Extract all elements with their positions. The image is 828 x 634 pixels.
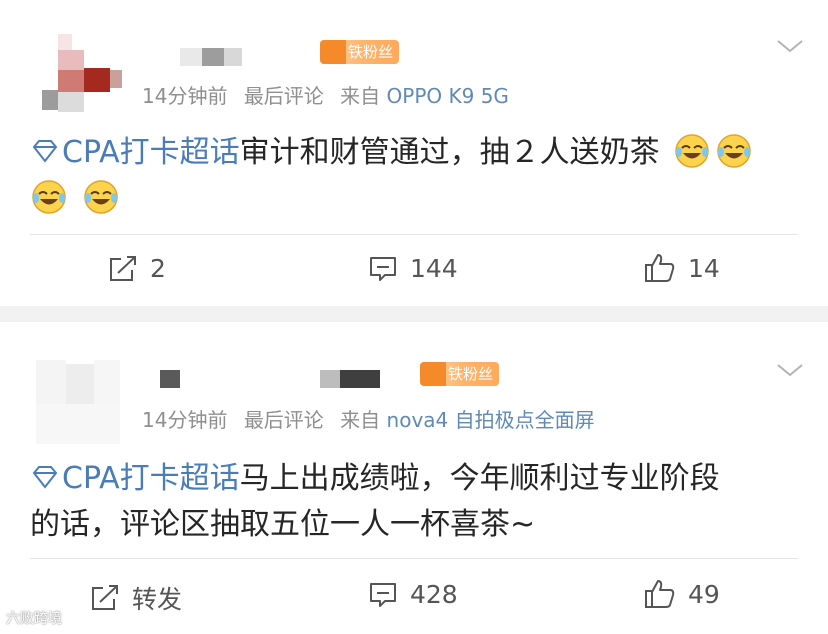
like-count: 14 — [688, 253, 720, 283]
post-time: 14分钟前 — [142, 84, 228, 108]
chevron-down-icon[interactable] — [776, 38, 804, 54]
comment-count: 144 — [410, 254, 458, 283]
post-content[interactable]: CPA打卡超话审计和财管通过，抽２人送奶茶 — [30, 130, 753, 222]
comment-icon — [370, 256, 396, 281]
laugh-cry-emoji-icon — [717, 134, 751, 168]
content-text-line-2: 的话，评论区抽取五位一人一杯喜茶~ — [30, 507, 536, 542]
post-device[interactable]: OPPO K9 5G — [387, 84, 509, 108]
post-card[interactable]: 铁粉丝 14分钟前 最后评论 来自 nova4 自拍极点全面屏 CPA打卡超话马… — [0, 322, 828, 634]
comment-count: 428 — [410, 580, 458, 609]
super-topic-link[interactable]: CPA打卡超话 — [62, 461, 240, 496]
repost-count: 2 — [150, 254, 166, 283]
laugh-cry-emoji-icon — [675, 134, 709, 168]
watermark: 六败跨境 — [6, 608, 62, 628]
post-activity: 最后评论 — [243, 408, 324, 432]
comment-button[interactable]: 428 — [368, 580, 458, 609]
divider — [30, 558, 798, 559]
content-line-1: CPA打卡超话审计和财管通过，抽２人送奶茶 — [30, 130, 753, 176]
comment-button[interactable]: 144 — [368, 254, 458, 283]
post-meta: 14分钟前 最后评论 来自 OPPO K9 5G — [142, 80, 509, 109]
content-line-2 — [30, 176, 753, 222]
post-source-prefix: 来自 — [340, 84, 381, 108]
laugh-cry-emoji-icon — [84, 180, 118, 214]
username[interactable] — [180, 48, 290, 70]
post-content[interactable]: CPA打卡超话马上出成绩啦，今年顺利过专业阶段 的话，评论区抽取五位一人一杯喜茶… — [30, 456, 720, 548]
post-meta: 14分钟前 最后评论 来自 nova4 自拍极点全面屏 — [142, 404, 595, 433]
post-source-prefix: 来自 — [340, 408, 381, 432]
divider — [30, 234, 798, 235]
watermark-text: 六败跨境 — [6, 611, 62, 627]
thumbs-up-icon — [645, 580, 675, 608]
repost-label: 转发 — [132, 585, 183, 614]
chevron-down-icon[interactable] — [776, 362, 804, 378]
post-activity: 最后评论 — [243, 84, 324, 108]
post-card[interactable]: 铁粉丝 14分钟前 最后评论 来自 OPPO K9 5G CPA打卡超话审计和财… — [0, 0, 828, 306]
thumbs-up-icon — [645, 254, 675, 282]
super-topic-link[interactable]: CPA打卡超话 — [62, 135, 240, 170]
like-button[interactable]: 49 — [644, 578, 720, 610]
avatar[interactable] — [36, 28, 128, 120]
content-text: 审计和财管通过，抽２人送奶茶 — [239, 135, 660, 170]
post-device[interactable]: nova4 自拍极点全面屏 — [387, 408, 595, 432]
fan-badge-icon — [320, 40, 346, 64]
repost-button[interactable]: 转发 — [90, 580, 182, 616]
fan-badge: 铁粉丝 — [420, 362, 500, 386]
comment-icon — [370, 582, 396, 607]
content-line-1: CPA打卡超话马上出成绩啦，今年顺利过专业阶段 — [30, 456, 720, 502]
like-button[interactable]: 14 — [644, 252, 720, 284]
fan-badge-label: 铁粉丝 — [348, 43, 394, 61]
repost-button[interactable]: 2 — [108, 254, 166, 283]
repost-icon — [110, 255, 136, 281]
repost-icon — [92, 585, 118, 610]
super-topic-icon — [32, 140, 58, 163]
fan-badge-label: 铁粉丝 — [448, 365, 494, 383]
content-text-line-1: 马上出成绩啦，今年顺利过专业阶段 — [239, 461, 720, 496]
avatar[interactable] — [36, 360, 128, 452]
username[interactable] — [160, 370, 400, 392]
fan-badge-icon — [420, 362, 446, 386]
fan-badge: 铁粉丝 — [320, 40, 400, 64]
like-count: 49 — [688, 579, 720, 609]
super-topic-icon — [32, 466, 58, 489]
laugh-cry-emoji-icon — [32, 180, 66, 214]
post-time: 14分钟前 — [142, 408, 228, 432]
